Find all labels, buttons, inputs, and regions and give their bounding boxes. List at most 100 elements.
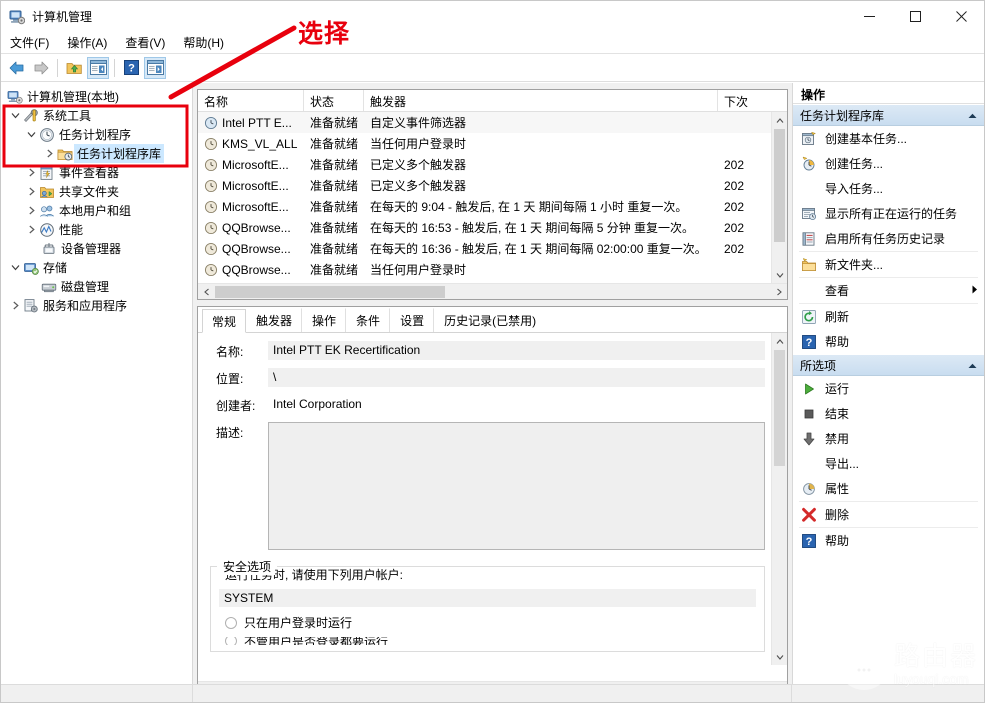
action-run[interactable]: 运行: [793, 376, 984, 401]
chevron-up-icon[interactable]: [968, 358, 977, 372]
tree-item-local-users-groups[interactable]: 本地用户和组: [1, 201, 192, 220]
action-properties[interactable]: 属性: [793, 476, 984, 501]
scroll-thumb[interactable]: [774, 129, 785, 242]
action-end[interactable]: 结束: [793, 401, 984, 426]
table-row[interactable]: QQBrowse... 准备就绪 在每天的 16:53 - 触发后, 在 1 天…: [198, 217, 787, 238]
action-refresh[interactable]: 刷新: [793, 304, 984, 329]
tree-item-shared-folders[interactable]: 共享文件夹: [1, 182, 192, 201]
action-new-folder[interactable]: 新文件夹...: [793, 252, 984, 277]
action-view[interactable]: 查看: [793, 278, 984, 303]
task-next-run: 202: [718, 179, 766, 193]
minimize-button[interactable]: [846, 1, 892, 32]
tree-item-system-tools[interactable]: 系统工具: [1, 106, 192, 125]
tab-settings[interactable]: 设置: [390, 308, 434, 332]
task-list-vertical-scrollbar[interactable]: [771, 112, 787, 283]
close-button[interactable]: [938, 1, 984, 32]
disable-icon: [801, 431, 817, 447]
tree-item-event-viewer[interactable]: 事件查看器: [1, 163, 192, 182]
menu-action[interactable]: 操作(A): [58, 32, 116, 54]
action-show-running-tasks[interactable]: 显示所有正在运行的任务: [793, 201, 984, 226]
maximize-button[interactable]: [892, 1, 938, 32]
chevron-down-icon[interactable]: [7, 108, 23, 124]
tree-item-services-applications[interactable]: 服务和应用程序: [1, 296, 192, 315]
actions-group-selected-item-header[interactable]: 所选项: [793, 354, 984, 376]
scroll-down-arrow[interactable]: [772, 648, 788, 665]
field-location-value[interactable]: \: [268, 368, 765, 387]
menu-view[interactable]: 查看(V): [116, 32, 174, 54]
action-disable[interactable]: 禁用: [793, 426, 984, 451]
task-trigger: 在每天的 16:36 - 触发后, 在 1 天 期间每隔 02:00:00 重复…: [364, 240, 718, 257]
column-header-status[interactable]: 状态: [304, 90, 364, 111]
action-export[interactable]: 导出...: [793, 451, 984, 476]
show-hide-tree-button[interactable]: [87, 57, 109, 79]
show-hide-actions-button[interactable]: [144, 57, 166, 79]
tree-item-task-scheduler-library[interactable]: 任务计划程序库: [1, 144, 192, 163]
scroll-up-arrow[interactable]: [772, 333, 788, 350]
chevron-right-icon[interactable]: [7, 298, 23, 314]
table-row[interactable]: QQBrowse... 准备就绪 当任何用户登录时: [198, 259, 787, 280]
chevron-down-icon[interactable]: [7, 260, 23, 276]
action-delete[interactable]: 删除: [793, 502, 984, 527]
console-tree-pane[interactable]: 计算机管理(本地) 系统工具: [1, 83, 193, 702]
chevron-right-icon[interactable]: [23, 222, 39, 238]
tab-triggers[interactable]: 触发器: [246, 308, 302, 332]
tree-item-root[interactable]: 计算机管理(本地): [1, 87, 192, 106]
task-list-horizontal-scrollbar[interactable]: [198, 283, 787, 299]
table-row[interactable]: KMS_VL_ALL 准备就绪 当任何用户登录时: [198, 133, 787, 154]
up-folder-button[interactable]: [63, 57, 85, 79]
back-button[interactable]: [6, 57, 28, 79]
field-description-value[interactable]: [268, 422, 765, 550]
hscroll-thumb[interactable]: [215, 286, 445, 298]
task-list-header[interactable]: 名称 状态 触发器 下次: [198, 90, 787, 112]
actions-group-task-library-header[interactable]: 任务计划程序库: [793, 104, 984, 126]
menu-file[interactable]: 文件(F): [1, 32, 58, 54]
help-button[interactable]: ?: [120, 57, 142, 79]
action-help-selected[interactable]: ? 帮助: [793, 528, 984, 553]
table-row[interactable]: QQBrowse... 准备就绪 在每天的 16:36 - 触发后, 在 1 天…: [198, 238, 787, 259]
action-create-task[interactable]: 创建任务...: [793, 151, 984, 176]
tab-history[interactable]: 历史记录(已禁用): [434, 308, 545, 332]
tree-item-task-scheduler[interactable]: 任务计划程序: [1, 125, 192, 144]
task-name: MicrosoftE...: [222, 200, 289, 214]
tab-general[interactable]: 常规: [202, 309, 246, 333]
action-help[interactable]: ? 帮助: [793, 329, 984, 354]
tab-actions[interactable]: 操作: [302, 308, 346, 332]
scroll-thumb[interactable]: [774, 350, 785, 466]
chevron-down-icon[interactable]: [23, 127, 39, 143]
table-row[interactable]: MicrosoftE... 准备就绪 在每天的 9:04 - 触发后, 在 1 …: [198, 196, 787, 217]
scroll-right-arrow[interactable]: [770, 284, 787, 300]
table-row[interactable]: MicrosoftE... 准备就绪 已定义多个触发器 202: [198, 175, 787, 196]
column-header-triggers[interactable]: 触发器: [364, 90, 718, 111]
tree-item-storage[interactable]: 存储: [1, 258, 192, 277]
radio-button-icon[interactable]: [225, 637, 237, 645]
hscroll-track[interactable]: [215, 284, 770, 300]
task-list[interactable]: 名称 状态 触发器 下次 Intel PTT E... 准备就绪: [197, 89, 788, 300]
action-enable-all-task-history[interactable]: 启用所有任务历史记录: [793, 226, 984, 251]
tree-item-disk-management[interactable]: 磁盘管理: [1, 277, 192, 296]
tree-item-device-manager[interactable]: 设备管理器: [1, 239, 192, 258]
radio-button-icon[interactable]: [225, 617, 237, 629]
forward-button[interactable]: [30, 57, 52, 79]
action-import-task[interactable]: 导入任务...: [793, 176, 984, 201]
radio-run-whether-or-not[interactable]: 不管用户是否登录都要运行: [225, 637, 756, 645]
chevron-right-icon[interactable]: [23, 203, 39, 219]
tab-conditions[interactable]: 条件: [346, 308, 390, 332]
radio-run-only-when-logged-on[interactable]: 只在用户登录时运行: [225, 614, 756, 631]
detail-body: 名称: Intel PTT EK Recertification 位置: \ 创…: [198, 333, 787, 681]
chevron-right-icon[interactable]: [23, 184, 39, 200]
menu-help[interactable]: 帮助(H): [174, 32, 233, 54]
table-row[interactable]: Intel PTT E... 准备就绪 自定义事件筛选器: [198, 112, 787, 133]
tree-item-performance[interactable]: 性能: [1, 220, 192, 239]
detail-vertical-scrollbar[interactable]: [771, 333, 787, 665]
column-header-next-run[interactable]: 下次: [718, 90, 766, 111]
column-header-name[interactable]: 名称: [198, 90, 304, 111]
chevron-right-icon[interactable]: [23, 165, 39, 181]
scroll-left-arrow[interactable]: [198, 284, 215, 300]
scroll-up-arrow[interactable]: [772, 112, 788, 129]
chevron-right-icon[interactable]: [41, 146, 57, 162]
field-name-value[interactable]: Intel PTT EK Recertification: [268, 341, 765, 360]
scroll-down-arrow[interactable]: [772, 266, 788, 283]
chevron-up-icon[interactable]: [968, 108, 977, 122]
table-row[interactable]: MicrosoftE... 准备就绪 已定义多个触发器 202: [198, 154, 787, 175]
action-create-basic-task[interactable]: 创建基本任务...: [793, 126, 984, 151]
